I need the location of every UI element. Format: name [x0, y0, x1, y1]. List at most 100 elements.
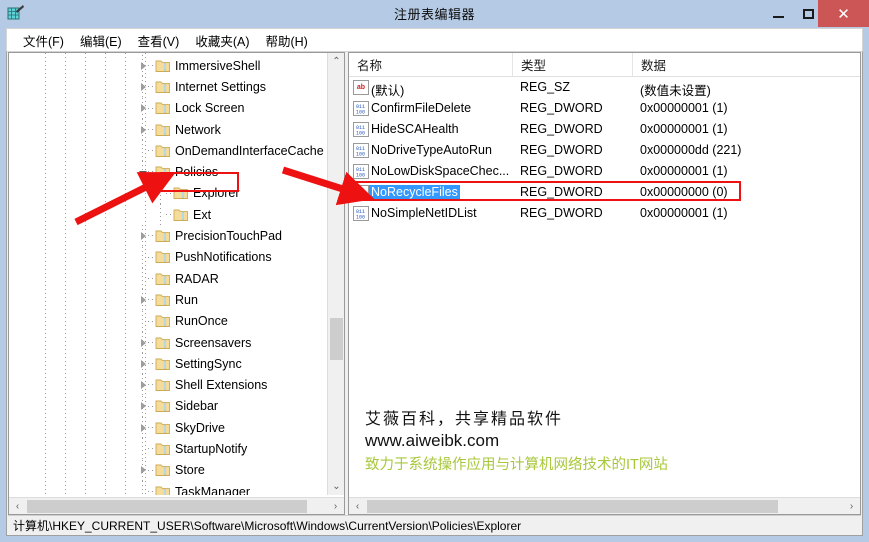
tree-connector-vertical — [142, 161, 143, 183]
tree-node-immersiveshell[interactable]: ImmersiveShell — [9, 55, 327, 77]
tree-node-store[interactable]: Store — [9, 459, 327, 481]
value-data-cell: 0x00000001 (1) — [640, 101, 728, 115]
menu-item-edit[interactable]: 编辑(E) — [72, 29, 130, 52]
tree-node-label: ImmersiveShell — [175, 58, 261, 73]
tree-node-label: RADAR — [175, 271, 219, 286]
tree-node-precisiontouchpad[interactable]: PrecisionTouchPad — [9, 225, 327, 247]
list-horizontal-scrollbar[interactable]: ‹ › — [349, 497, 860, 514]
table-row[interactable]: 011 100 NoDriveTypeAutoRun REG_DWORD 0x00000… — [349, 140, 860, 161]
watermark-line-3: 致力于系统操作应用与计算机网络技术的IT网站 — [365, 457, 668, 473]
folder-icon — [155, 165, 171, 179]
folder-icon — [155, 378, 171, 392]
tree-node-label: Policies — [175, 165, 219, 180]
tree-connector — [148, 469, 155, 471]
tree-node-startupnotify[interactable]: StartupNotify — [9, 438, 327, 460]
value-data-cell: (数值未设置) — [640, 84, 711, 98]
menu-item-file[interactable]: 文件(F) — [15, 29, 72, 52]
tree-connector-vertical — [142, 374, 143, 396]
tree-node-sidebar[interactable]: Sidebar — [9, 395, 327, 418]
value-name-cell[interactable]: NoRecycleFiles — [369, 185, 460, 199]
value-name-cell[interactable]: NoLowDiskSpaceChec... — [371, 164, 509, 178]
value-name-cell[interactable]: ConfirmFileDelete — [371, 101, 471, 115]
value-data-cell: 0x000000dd (221) — [640, 143, 742, 157]
tree-node-taskmanager[interactable]: TaskManager — [9, 480, 327, 495]
tree-node-screensavers[interactable]: Screensavers — [9, 331, 327, 354]
tree-node-internet-settings[interactable]: Internet Settings — [9, 76, 327, 98]
tree-connector-vertical — [142, 55, 143, 77]
tree-node-shell-extensions[interactable]: Shell Extensions — [9, 374, 327, 396]
folder-icon — [155, 485, 171, 495]
tree-node-runonce[interactable]: RunOnce — [9, 310, 327, 332]
tree-connector — [148, 256, 155, 258]
tree-connector — [148, 128, 155, 130]
tree-scroll-up-arrow[interactable]: ⌃ — [328, 53, 344, 70]
table-row[interactable]: 011 100 NoSimpleNetIDList REG_DWORD 0x000000… — [349, 203, 860, 224]
tree-node-label: SkyDrive — [175, 420, 226, 435]
tree-node-label: RunOnce — [175, 314, 228, 329]
value-name-cell[interactable]: (默认) — [371, 80, 404, 99]
tree-horizontal-scrollbar[interactable]: ‹ › — [9, 497, 344, 514]
value-name-cell[interactable]: NoSimpleNetIDList — [371, 206, 477, 220]
table-row[interactable]: ab (默认) REG_SZ (数值未设置) — [349, 77, 860, 98]
folder-icon — [155, 357, 171, 371]
value-type-cell: REG_DWORD — [520, 164, 603, 178]
tree-vertical-scrollbar[interactable]: ⌃ ⌄ — [327, 53, 344, 495]
dword-value-icon: 011 100 — [353, 122, 369, 137]
list-scroll-left-arrow[interactable]: ‹ — [349, 498, 366, 514]
tree-scroll-down-arrow[interactable]: ⌄ — [328, 478, 344, 495]
column-header-name[interactable]: 名称 — [349, 53, 513, 76]
tree-node-lock-screen[interactable]: Lock Screen — [9, 97, 327, 119]
tree-node-policies[interactable]: Policies — [9, 161, 327, 183]
folder-icon — [155, 59, 171, 73]
svg-text:100: 100 — [356, 152, 365, 158]
registry-values-pane: 名称 类型 数据 ab (默认) REG_SZ (数值未设置) 011 100 Confir… — [348, 52, 861, 515]
column-header-type[interactable]: 类型 — [513, 53, 633, 76]
menu-item-help[interactable]: 帮助(H) — [257, 29, 315, 52]
tree-scroll-right-arrow[interactable]: › — [327, 498, 344, 514]
value-name-cell[interactable]: NoDriveTypeAutoRun — [371, 143, 492, 157]
menu-item-favorites[interactable]: 收藏夹(A) — [187, 29, 257, 52]
tree-node-label: SettingSync — [175, 356, 242, 371]
menu-bar: 文件(F) 编辑(E) 查看(V) 收藏夹(A) 帮助(H) — [6, 28, 863, 51]
svg-text:100: 100 — [356, 194, 365, 200]
tree-node-run[interactable]: Run — [9, 289, 327, 311]
tree-node-label: Sidebar — [175, 399, 219, 414]
tree-vscroll-thumb[interactable] — [330, 318, 343, 360]
minimize-button[interactable] — [763, 0, 793, 27]
tree-node-ondemandinterfacecache[interactable]: OnDemandInterfaceCache — [9, 140, 327, 162]
tree-connector-vertical — [142, 225, 143, 247]
tree-node-skydrive[interactable]: SkyDrive — [9, 417, 327, 439]
svg-text:100: 100 — [356, 131, 365, 137]
tree-connector-vertical — [142, 353, 143, 375]
table-row[interactable]: 011 100 NoLowDiskSpaceChec... REG_DWORD 0x00… — [349, 161, 860, 182]
folder-icon — [155, 250, 171, 264]
list-scroll-right-arrow[interactable]: › — [843, 498, 860, 514]
menu-item-view[interactable]: 查看(V) — [130, 29, 188, 52]
table-row[interactable]: 011 100 NoRecycleFiles REG_DWORD 0x00000000 … — [349, 182, 860, 203]
close-button[interactable]: ✕ — [818, 0, 869, 27]
list-hscroll-thumb[interactable] — [367, 500, 778, 513]
value-name-cell[interactable]: HideSCAHealth — [371, 122, 459, 136]
folder-icon — [155, 123, 171, 137]
table-row[interactable]: 011 100 ConfirmFileDelete REG_DWORD 0x000000… — [349, 98, 860, 119]
tree-scroll-left-arrow[interactable]: ‹ — [9, 498, 26, 514]
table-row[interactable]: 011 100 HideSCAHealth REG_DWORD 0x00000001 (… — [349, 119, 860, 140]
tree-connector — [148, 448, 155, 450]
tree-scroll-area: ImmersiveShell Internet Settings Lock Scre… — [9, 53, 327, 495]
tree-connector-vertical — [160, 204, 161, 226]
tree-node-settingsync[interactable]: SettingSync — [9, 353, 327, 375]
column-header-data[interactable]: 数据 — [633, 53, 860, 76]
tree-node-explorer[interactable]: Explorer — [9, 182, 327, 205]
tree-hscroll-thumb[interactable] — [27, 500, 307, 513]
tree-node-label: Internet Settings — [175, 79, 267, 94]
tree-node-pushnotifications[interactable]: PushNotifications — [9, 246, 327, 268]
tree-connector-vertical — [142, 395, 143, 418]
tree-node-network[interactable]: Network — [9, 118, 327, 141]
tree-node-radar[interactable]: RADAR — [9, 267, 327, 290]
registry-values-list: ab (默认) REG_SZ (数值未设置) 011 100 ConfirmFileDele… — [349, 77, 860, 224]
tree-node-ext[interactable]: Ext — [9, 204, 327, 226]
tree-node-label: PrecisionTouchPad — [175, 229, 283, 244]
tree-connector-vertical — [142, 480, 143, 495]
tree-connector — [148, 405, 155, 407]
folder-icon — [155, 399, 171, 413]
